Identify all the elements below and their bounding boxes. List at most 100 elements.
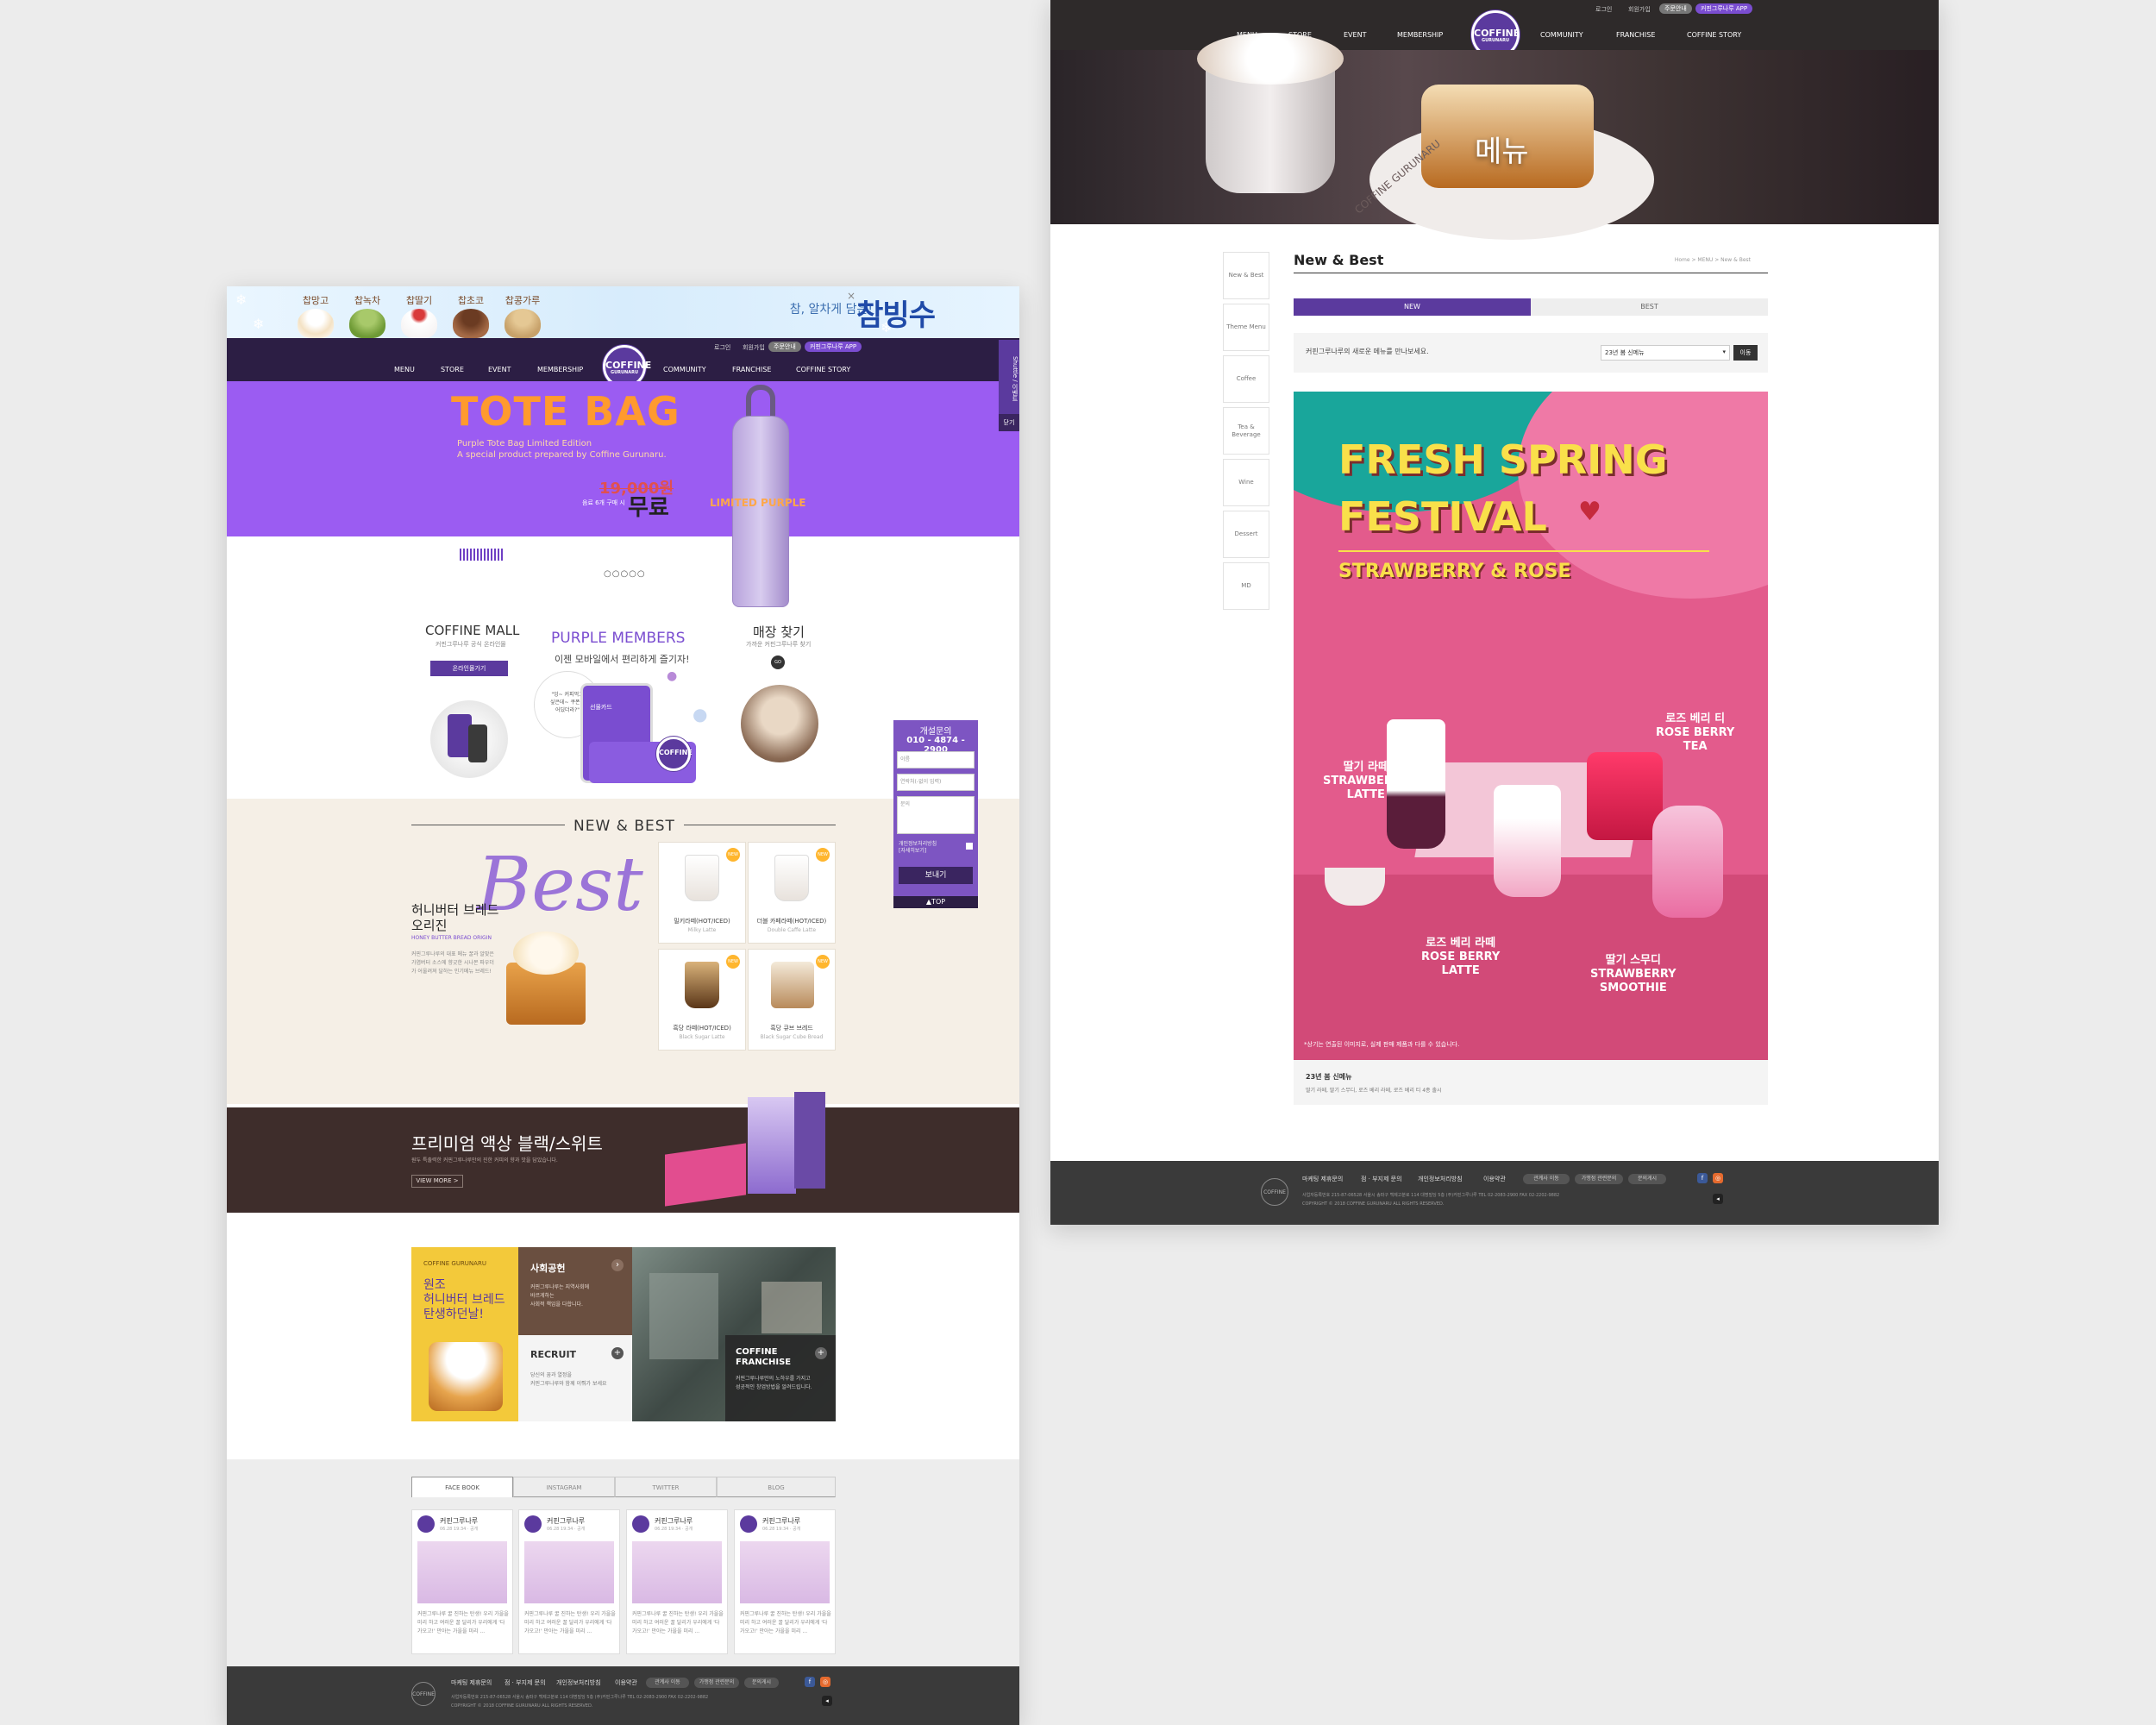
- footer-logo: COFFINE: [1261, 1178, 1288, 1206]
- plus-icon[interactable]: ›: [611, 1259, 624, 1271]
- nav-franchise[interactable]: FRANCHISE: [732, 366, 771, 373]
- brand-tile[interactable]: COFFINE GURUNARU 원조 허니버터 브레드 탄생하던날!: [411, 1247, 518, 1421]
- privacy-checkbox[interactable]: [966, 843, 973, 850]
- plus-icon[interactable]: +: [611, 1347, 624, 1359]
- season-select[interactable]: 23년 봄 신메뉴 ▾: [1601, 345, 1730, 361]
- nav-community[interactable]: COMMUNITY: [1540, 31, 1583, 39]
- instagram-icon[interactable]: ◎: [1713, 1173, 1723, 1183]
- snowflake-icon: ❄: [253, 316, 265, 332]
- footer-pill[interactable]: 가맹점 관련문의: [694, 1678, 739, 1688]
- sidenav-wine[interactable]: Wine: [1223, 459, 1269, 506]
- go-button[interactable]: 이동: [1733, 345, 1758, 361]
- top-button[interactable]: ▲TOP: [893, 896, 978, 908]
- tab-best[interactable]: BEST: [1531, 298, 1768, 316]
- footer-link[interactable]: 점 · 부지제 문의: [1361, 1175, 1402, 1183]
- instagram-icon[interactable]: ◎: [820, 1677, 830, 1687]
- footer-link[interactable]: 이용약관: [615, 1678, 637, 1687]
- name-input[interactable]: 이름: [897, 751, 975, 768]
- breadcrumb[interactable]: Home > MENU > New & Best: [1675, 257, 1751, 263]
- nav-coffine-story[interactable]: COFFINE STORY: [1687, 31, 1741, 39]
- premium-banner[interactable]: 프리미엄 액상 블랙/스위트 원두 특출력한 커핀그루나루만의 진한 커피의 향…: [227, 1092, 1019, 1213]
- product-card[interactable]: NEW 흑당 라떼(HOT/ICED) Black Sugar Latte: [658, 949, 746, 1051]
- footer-pill[interactable]: 관계사 이동: [1523, 1174, 1570, 1184]
- tab-instagram[interactable]: INSTAGRAM: [513, 1477, 615, 1497]
- footer-link[interactable]: 마케팅 제휴문의: [1302, 1175, 1343, 1183]
- sidenav-tea-beverage[interactable]: Tea & Beverage: [1223, 407, 1269, 455]
- tab-twitter[interactable]: TWITTER: [615, 1477, 717, 1497]
- tab-blog[interactable]: BLOG: [717, 1477, 836, 1497]
- intro-text: 커핀그루나루의 새로운 메뉴를 만나보세요.: [1306, 348, 1429, 355]
- nav-franchise[interactable]: FRANCHISE: [1616, 31, 1655, 39]
- tab-facebook[interactable]: FACE BOOK: [411, 1477, 513, 1497]
- social-post-card[interactable]: 커핀그루나루 06.28 19:34 · 공개 커핀그루나루 꿀 진하는 탄생!…: [626, 1509, 728, 1654]
- footer-pill[interactable]: 문의게시: [744, 1678, 779, 1688]
- drop-icon: ●: [667, 669, 678, 683]
- nav-event[interactable]: EVENT: [488, 366, 511, 373]
- post-date: 06.28 19:34 · 공개: [762, 1527, 801, 1532]
- flavor-label: 찹녹차: [354, 295, 381, 306]
- app-pill[interactable]: 커핀그루나루 APP: [805, 342, 862, 352]
- franchise-tile[interactable]: COFFINE FRANCHISE 커핀그루나루만의 노하우를 가지고 성공적인…: [725, 1335, 836, 1421]
- sidenav-new-best[interactable]: New & Best: [1223, 252, 1269, 299]
- join-link[interactable]: 회원가입: [1628, 5, 1651, 14]
- sound-icon[interactable]: ◂: [822, 1696, 832, 1706]
- view-more-button[interactable]: VIEW MORE >: [411, 1175, 463, 1188]
- footer-link[interactable]: 개인정보처리방침: [556, 1678, 601, 1687]
- nav-event[interactable]: EVENT: [1344, 31, 1366, 39]
- plus-icon[interactable]: +: [815, 1347, 827, 1359]
- footer-link[interactable]: 점 · 부지제 문의: [505, 1678, 546, 1687]
- side-close-tab[interactable]: 닫기: [999, 414, 1019, 431]
- social-post-card[interactable]: 커핀그루나루 06.28 19:34 · 공개 커핀그루나루 꿀 진하는 탄생!…: [518, 1509, 620, 1654]
- footer-link[interactable]: 이용약관: [1483, 1175, 1506, 1183]
- footer-pill[interactable]: 문의게시: [1628, 1174, 1666, 1184]
- sidenav-md[interactable]: MD: [1223, 562, 1269, 610]
- nav-membership[interactable]: MEMBERSHIP: [1397, 31, 1443, 39]
- nav-menu[interactable]: MENU: [394, 366, 415, 373]
- social-post-card[interactable]: 커핀그루나루 06.28 19:34 · 공개 커핀그루나루 꿀 진하는 탄생!…: [734, 1509, 836, 1654]
- sidenav-coffee[interactable]: Coffee: [1223, 355, 1269, 403]
- promo-title: 참빙수: [856, 298, 936, 333]
- tab-new[interactable]: NEW: [1294, 298, 1531, 316]
- social-post-card[interactable]: 커핀그루나루 06.28 19:34 · 공개 커핀그루나루 꿀 진하는 탄생!…: [411, 1509, 513, 1654]
- close-icon[interactable]: ×: [847, 290, 856, 302]
- message-input[interactable]: 문의: [897, 796, 975, 834]
- footer-link[interactable]: 개인정보처리방침: [1418, 1175, 1463, 1183]
- logo-sub: GURUNARU: [610, 370, 639, 375]
- nav-community[interactable]: COMMUNITY: [663, 366, 706, 373]
- item-en: STRAWBERRY LATTE: [1323, 775, 1409, 801]
- nav-membership[interactable]: MEMBERSHIP: [537, 366, 583, 373]
- sound-icon[interactable]: ◂: [1713, 1194, 1723, 1204]
- product-card[interactable]: NEW 흑당 큐브 브레드 Black Sugar Cube Bread: [748, 949, 836, 1051]
- mall-subtitle: 커핀그루나루 공식 온라인몰: [436, 641, 506, 648]
- facebook-icon[interactable]: f: [1697, 1173, 1708, 1183]
- contact-input[interactable]: 연락처(-없이 입력): [897, 774, 975, 791]
- order-guide-pill[interactable]: 주문안내: [768, 342, 801, 352]
- store-go-button[interactable]: GO: [771, 656, 785, 669]
- recruit-tile[interactable]: RECRUIT 당신의 꿈과 열정을 커핀그루나루와 함께 이뤄가 보세요 +: [518, 1335, 632, 1421]
- join-link[interactable]: 회원가입: [743, 343, 765, 352]
- footer: COFFINE 마케팅 제휴문의 점 · 부지제 문의 개인정보처리방침 이용약…: [227, 1666, 1019, 1725]
- nav-coffine-story[interactable]: COFFINE STORY: [796, 366, 850, 373]
- send-button[interactable]: 보내기: [899, 867, 973, 884]
- nav-store[interactable]: STORE: [441, 366, 464, 373]
- footer-pill[interactable]: 가맹점 관련문의: [1575, 1174, 1623, 1184]
- promo-banner[interactable]: ❄ ❄ ❄ 찹망고 찹녹차 찹딸기 찹초코 찹콩가루 참, 알차게 담은! 참빙…: [227, 286, 1019, 338]
- honey-bread-image[interactable]: [501, 928, 591, 1032]
- facebook-icon[interactable]: f: [805, 1677, 815, 1687]
- login-link[interactable]: 로그인: [714, 343, 730, 352]
- social-contribution-tile[interactable]: 사회공헌 커핀그루나루는 지역사회에 바르게하는 사회적 책임을 다합니다. ›: [518, 1247, 632, 1335]
- app-pill[interactable]: 커핀그루나루 APP: [1695, 3, 1753, 14]
- footer-link[interactable]: 마케팅 제휴문의: [451, 1678, 492, 1687]
- order-guide-pill[interactable]: 주문안내: [1659, 3, 1692, 14]
- product-card[interactable]: NEW 밀키라떼(HOT/ICED) Milky Latte: [658, 842, 746, 944]
- login-link[interactable]: 로그인: [1595, 5, 1612, 14]
- main-nav: 로그인 회원가입 주문안내 커핀그루나루 APP MENU STORE EVEN…: [227, 338, 1019, 388]
- footer-pill[interactable]: 관계사 이동: [646, 1678, 689, 1688]
- product-card[interactable]: NEW 더블 카페라떼(HOT/ICED) Double Caffe Latte: [748, 842, 836, 944]
- side-event-tab[interactable]: Shuttle / 이벤트: [999, 340, 1019, 414]
- mall-button[interactable]: 온라인몰가기: [430, 661, 508, 676]
- slider-dots[interactable]: ○○○○○: [604, 569, 646, 579]
- sidenav-dessert[interactable]: Dessert: [1223, 511, 1269, 558]
- sidenav-theme-menu[interactable]: Theme Menu: [1223, 304, 1269, 351]
- hero-banner[interactable]: TOTE BAG Purple Tote Bag Limited Edition…: [227, 381, 1019, 536]
